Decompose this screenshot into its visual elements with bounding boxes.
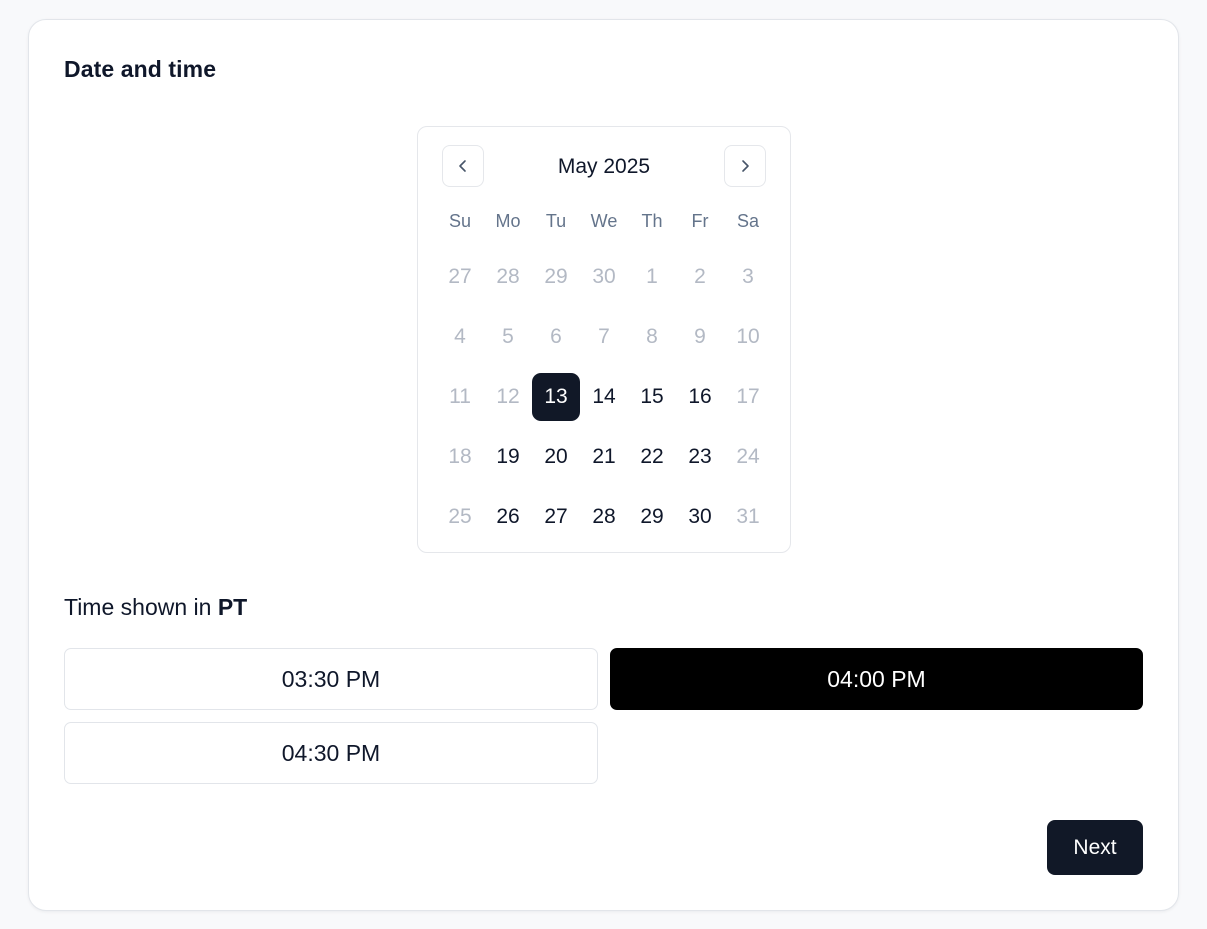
calendar-day-label: 15: [640, 385, 664, 408]
date-time-card: Date and time May 2025 Su Mo Tu We Th Fr…: [28, 19, 1179, 911]
calendar-day[interactable]: 22: [628, 427, 676, 487]
calendar-day[interactable]: 29: [628, 487, 676, 547]
next-button[interactable]: Next: [1047, 820, 1143, 875]
weekday-label: Mo: [495, 211, 521, 231]
calendar-day: 27: [436, 247, 484, 307]
calendar-day[interactable]: 19: [484, 427, 532, 487]
calendar-day: 8: [628, 307, 676, 367]
time-slot-button[interactable]: 03:30 PM: [64, 648, 598, 710]
weekday-label: We: [590, 211, 618, 231]
calendar-day-label: 16: [688, 385, 712, 408]
weekday-label: Fr: [691, 211, 709, 231]
calendar-day-label: 28: [592, 505, 616, 528]
calendar-day: 5: [484, 307, 532, 367]
calendar-day-label: 20: [544, 445, 568, 468]
calendar-day-label: 13: [532, 373, 580, 421]
calendar-day-label: 18: [448, 445, 472, 468]
calendar-day[interactable]: 21: [580, 427, 628, 487]
calendar: May 2025 Su Mo Tu We Th Fr Sa 27 28 29 30 1 2…: [417, 126, 791, 553]
calendar-day: 30: [580, 247, 628, 307]
calendar-day: 29: [532, 247, 580, 307]
calendar-day-label: 29: [544, 265, 568, 288]
calendar-day-label: 25: [448, 505, 472, 528]
weekday-label: Th: [641, 211, 663, 231]
weekday-label: Su: [448, 211, 472, 231]
calendar-day-label: 31: [736, 505, 760, 528]
calendar-day-label: 17: [736, 385, 760, 408]
calendar-day-label: 3: [742, 265, 754, 288]
timezone-label: Time shown in PT: [64, 594, 247, 621]
calendar-day: 17: [724, 367, 772, 427]
calendar-day-label: 1: [646, 265, 658, 288]
calendar-day[interactable]: 26: [484, 487, 532, 547]
calendar-day: 24: [724, 427, 772, 487]
calendar-day-label: 28: [496, 265, 520, 288]
calendar-day-label: 9: [694, 325, 706, 348]
calendar-day-label: 26: [496, 505, 520, 528]
calendar-day-selected[interactable]: 13: [532, 367, 580, 427]
calendar-day-label: 21: [592, 445, 616, 468]
calendar-day-label: 22: [640, 445, 664, 468]
calendar-day: 25: [436, 487, 484, 547]
calendar-day[interactable]: 14: [580, 367, 628, 427]
calendar-day-label: 8: [646, 325, 658, 348]
calendar-day-label: 2: [694, 265, 706, 288]
calendar-day[interactable]: 28: [580, 487, 628, 547]
calendar-day-label: 24: [736, 445, 760, 468]
calendar-day: 10: [724, 307, 772, 367]
timezone-prefix: Time shown in: [64, 594, 218, 620]
calendar-day: 11: [436, 367, 484, 427]
calendar-day[interactable]: 15: [628, 367, 676, 427]
calendar-day: 6: [532, 307, 580, 367]
calendar-day[interactable]: 30: [676, 487, 724, 547]
weekday-header: Su Mo Tu We Th Fr Sa: [436, 209, 772, 233]
calendar-day: 2: [676, 247, 724, 307]
time-slot-button[interactable]: 04:30 PM: [64, 722, 598, 784]
calendar-day: 18: [436, 427, 484, 487]
calendar-day: 1: [628, 247, 676, 307]
card-title: Date and time: [64, 56, 217, 82]
calendar-day[interactable]: 23: [676, 427, 724, 487]
calendar-day-label: 29: [640, 505, 664, 528]
calendar-days-grid: 27 28 29 30 1 2 3 4 5 6 7 8 9 10 11 12 13 14 15 16 17 18 19 20 2…: [436, 247, 772, 547]
calendar-day: 7: [580, 307, 628, 367]
weekday-label: Tu: [545, 211, 567, 231]
calendar-day-label: 30: [592, 265, 616, 288]
calendar-day-label: 11: [449, 385, 471, 408]
calendar-day[interactable]: 20: [532, 427, 580, 487]
calendar-day-label: 6: [550, 325, 562, 348]
calendar-day[interactable]: 27: [532, 487, 580, 547]
calendar-day-label: 10: [736, 325, 760, 348]
chevron-right-icon: [742, 160, 749, 172]
calendar-day-label: 27: [448, 265, 472, 288]
calendar-day[interactable]: 16: [676, 367, 724, 427]
weekday-label: Sa: [736, 211, 760, 231]
calendar-day-label: 19: [496, 445, 520, 468]
next-month-button[interactable]: [724, 145, 766, 187]
calendar-day-label: 7: [598, 325, 610, 348]
calendar-day: 9: [676, 307, 724, 367]
calendar-day: 28: [484, 247, 532, 307]
calendar-day: 3: [724, 247, 772, 307]
calendar-day-label: 4: [454, 325, 466, 348]
calendar-day-label: 27: [544, 505, 568, 528]
calendar-day-label: 30: [688, 505, 712, 528]
calendar-day-label: 23: [688, 445, 712, 468]
time-slot-button-selected[interactable]: 04:00 PM: [610, 648, 1143, 710]
calendar-day-label: 14: [592, 385, 616, 408]
calendar-day: 31: [724, 487, 772, 547]
calendar-day: 4: [436, 307, 484, 367]
timezone-zone: PT: [217, 594, 248, 620]
calendar-day: 12: [484, 367, 532, 427]
calendar-day-label: 5: [502, 325, 514, 348]
calendar-day-label: 12: [496, 385, 520, 408]
